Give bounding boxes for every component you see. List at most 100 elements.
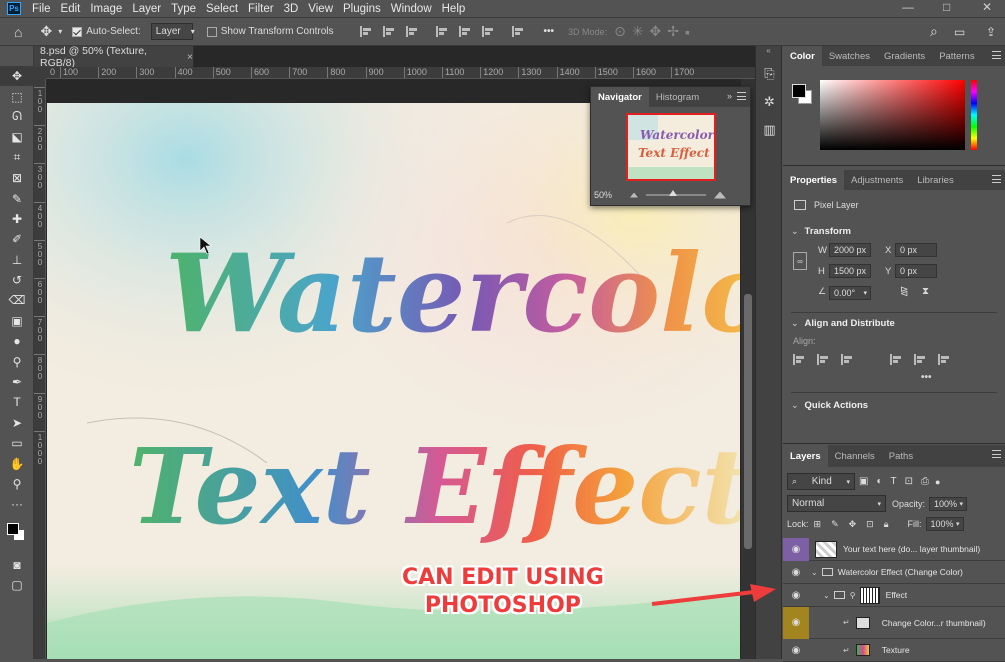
move-tool-icon[interactable]: ✥ [40,23,52,40]
filter-kind-dropdown[interactable]: ⌕ Kind ▾ [787,473,855,490]
menu-help[interactable]: Help [437,3,471,15]
tab-paths[interactable]: Paths [882,445,920,467]
color-panel-menu-icon[interactable] [992,51,1001,59]
align-horizontal-centers-icon[interactable] [817,354,830,365]
align-right-icon[interactable] [405,26,419,37]
width-field[interactable]: 2000 px [829,243,871,257]
chevron-down-icon[interactable]: ⌄ [811,568,818,577]
marquee-tool-icon[interactable]: ⬚ [0,86,34,106]
zoom-in-icon[interactable] [714,191,726,199]
navigator-zoom-value[interactable]: 50% [594,190,630,200]
chevron-down-icon[interactable]: ⌄ [823,591,830,600]
auto-select-checkbox[interactable] [72,26,83,37]
menu-file[interactable]: File [27,3,56,15]
frame-tool-icon[interactable]: ⊠ [0,168,34,188]
eye-icon[interactable]: ◉ [783,584,809,607]
tab-adjustments[interactable]: Adjustments [844,170,910,190]
menu-type[interactable]: Type [166,3,201,15]
eyedropper-tool-icon[interactable]: ✎ [0,188,34,208]
menu-image[interactable]: Image [85,3,127,15]
brush-tool-icon[interactable]: ✐ [0,229,34,249]
history-brush-tool-icon[interactable]: ↺ [0,270,34,290]
history-panel-icon[interactable]: ⎘ [756,60,783,88]
hue-slider[interactable] [971,80,977,150]
type-filter-icon[interactable]: T [891,476,897,487]
adjustment-filter-icon[interactable]: ◐ [876,476,882,487]
gradient-tool-icon[interactable]: ▣ [0,311,34,331]
lock-pixels-icon[interactable]: ✎ [831,519,839,530]
align-vertical-centers-icon[interactable] [914,354,927,365]
menu-layer[interactable]: Layer [127,3,166,15]
layers-panel-menu-icon[interactable] [992,450,1001,458]
fill-field[interactable]: 100% ▾ [925,517,964,531]
move-tool-icon[interactable]: ✥ [0,66,34,87]
quick-actions-header[interactable]: ⌄ Quick Actions [791,400,868,411]
lasso-tool-icon[interactable]: ᘏ [0,107,34,127]
color-picker-field[interactable] [820,80,965,150]
lock-artboard-icon[interactable]: ⊡ [866,519,874,530]
share-icon[interactable]: ⇪ [986,25,996,39]
menu-view[interactable]: View [303,3,338,15]
stamp-tool-icon[interactable]: ⊥ [0,250,34,270]
opacity-field[interactable]: 100% ▾ [929,496,968,511]
tab-gradients[interactable]: Gradients [877,46,932,66]
navigator-zoom-slider[interactable] [646,190,706,196]
link-icon[interactable]: ∞ [793,252,807,270]
tool-preset-chevron-icon[interactable]: ▾ [58,27,62,36]
home-icon[interactable]: ⌂ [14,24,22,40]
auto-select-dropdown[interactable]: Layer ▾ [150,23,195,40]
tab-properties[interactable]: Properties [783,170,844,190]
tab-navigator[interactable]: Navigator [591,87,649,107]
zoom-slider-knob[interactable] [669,190,677,196]
path-selection-tool-icon[interactable]: ➤ [0,413,34,433]
screen-mode-icon[interactable]: ▢ [0,575,34,595]
navigator-thumbnail[interactable]: Watercolor Text Effect [626,113,716,181]
show-transform-checkbox[interactable] [206,26,217,37]
zoom-tool-icon[interactable]: ⚲ [0,474,34,494]
quick-mask-icon[interactable]: ◙ [0,555,34,575]
tab-channels[interactable]: Channels [828,445,882,467]
eye-icon[interactable]: ◉ [783,561,809,584]
tab-swatches[interactable]: Swatches [822,46,877,66]
navigator-panel-icon[interactable]: ✲ [756,88,783,116]
y-field[interactable]: 0 px [895,264,937,278]
close-window-button[interactable]: ✕ [982,0,992,14]
workspace-icon[interactable]: ▭ [954,25,965,39]
tab-patterns[interactable]: Patterns [932,46,981,66]
align-center-icon[interactable] [382,26,396,37]
layer-row[interactable]: ◉ ⌄ ⚲ Effect [783,584,1005,607]
eraser-tool-icon[interactable]: ⌫ [0,290,34,310]
tab-libraries[interactable]: Libraries [910,170,960,190]
hand-tool-icon[interactable]: ✋ [0,453,34,473]
smart-object-filter-icon[interactable]: ⎙ [921,476,929,487]
layer-row[interactable]: ◉ ⌄ Watercolor Effect (Change Color) [783,561,1005,584]
maximize-button[interactable]: □ [943,0,950,14]
eye-icon[interactable]: ◉ [783,537,809,561]
align-left-edges-icon[interactable] [793,354,806,365]
panel-menu-icon[interactable] [737,92,746,100]
foreground-color-swatch[interactable] [7,522,19,535]
transform-section-header[interactable]: ⌄ Transform [791,226,851,237]
crop-tool-icon[interactable]: ⌗ [0,148,34,168]
align-right-edges-icon[interactable] [841,354,854,365]
more-tools-icon[interactable]: ··· [0,494,34,514]
menu-plugins[interactable]: Plugins [338,3,386,15]
more-align-options-button[interactable]: ••• [921,372,932,383]
lock-position-icon[interactable]: ✥ [849,519,857,530]
menu-edit[interactable]: Edit [56,3,86,15]
flip-horizontal-icon[interactable]: ⧎ [900,286,908,297]
lock-transparent-icon[interactable]: ⊞ [814,519,822,530]
foreground-color-chip[interactable] [792,84,806,98]
align-left-icon[interactable] [359,26,373,37]
flip-vertical-icon[interactable]: ⧗ [922,286,929,297]
color-swatches[interactable] [0,515,33,555]
close-tab-icon[interactable]: × [187,51,193,63]
eye-icon[interactable]: ◉ [783,606,809,639]
type-tool-icon[interactable]: T [0,392,34,412]
filter-toggle-icon[interactable]: ● [935,477,940,487]
tab-color[interactable]: Color [783,46,822,66]
document-tab[interactable]: 8.psd @ 50% (Texture, RGB/8) × [34,45,194,69]
align-bottom-icon[interactable] [481,26,495,37]
tab-histogram[interactable]: Histogram [649,87,706,107]
layer-row[interactable]: ◉ Your text here (do... layer thumbnail) [783,537,1005,561]
